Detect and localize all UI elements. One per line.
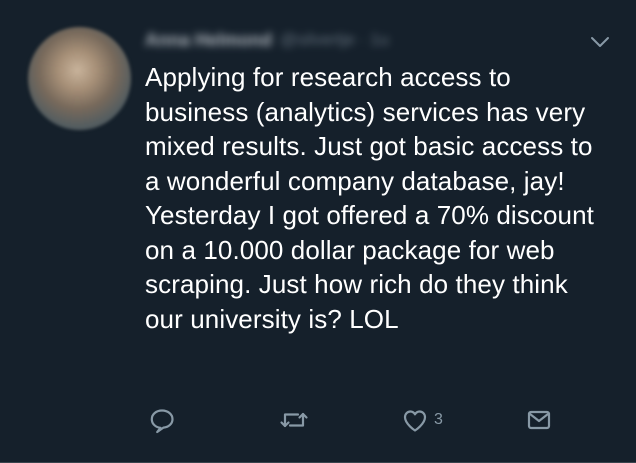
tweet-actions: 3 — [145, 404, 565, 436]
like-button[interactable]: 3 — [400, 404, 443, 436]
reply-icon — [150, 409, 174, 434]
chevron-down-icon[interactable] — [590, 34, 610, 50]
retweet-icon — [280, 412, 308, 428]
message-button[interactable] — [524, 404, 554, 436]
tweet-text: Applying for research access to business… — [145, 62, 594, 334]
author-name[interactable]: Anna Helmond — [145, 30, 272, 51]
like-count: 3 — [434, 411, 443, 428]
retweet-button[interactable] — [277, 404, 311, 436]
message-icon — [527, 410, 551, 430]
reply-button[interactable] — [147, 404, 177, 436]
tweet-card: Anna Helmond @silvertje · 1u Applying fo… — [0, 0, 636, 463]
avatar[interactable] — [28, 27, 131, 130]
author-handle[interactable]: @silvertje · 1u — [280, 30, 389, 50]
heart-icon — [403, 410, 427, 432]
author-header[interactable]: Anna Helmond @silvertje · 1u — [145, 30, 389, 50]
